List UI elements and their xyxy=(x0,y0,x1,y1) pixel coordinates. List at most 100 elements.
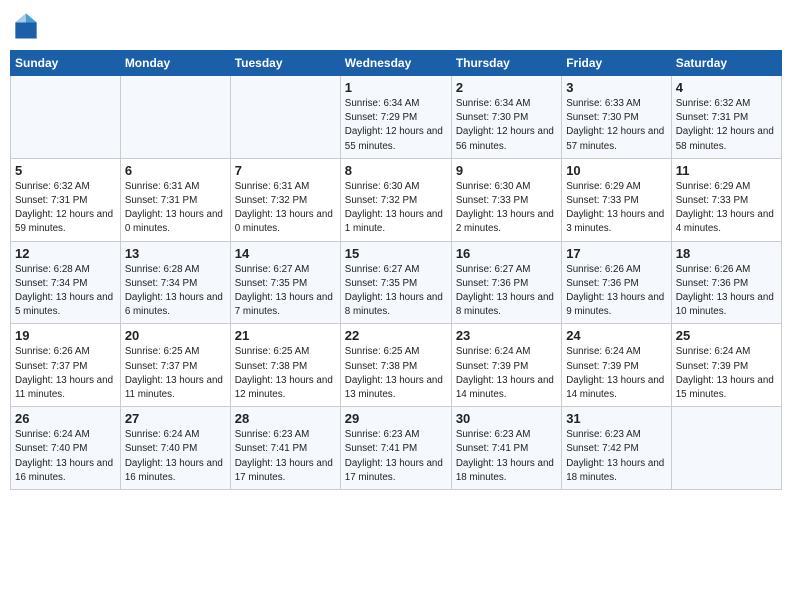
day-info: Sunrise: 6:27 AM Sunset: 7:36 PM Dayligh… xyxy=(456,263,557,320)
week-row-4: 19 Sunrise: 6:26 AM Sunset: 7:37 PM Dayli… xyxy=(11,324,782,407)
weekday-header-thursday: Thursday xyxy=(451,51,561,76)
day-cell: 19 Sunrise: 6:26 AM Sunset: 7:37 PM Dayli… xyxy=(11,324,121,407)
day-number: 14 xyxy=(235,246,336,261)
day-cell: 18 Sunrise: 6:26 AM Sunset: 7:36 PM Dayli… xyxy=(671,241,781,324)
day-number: 29 xyxy=(345,411,447,426)
day-info: Sunrise: 6:26 AM Sunset: 7:36 PM Dayligh… xyxy=(676,263,777,320)
day-number: 6 xyxy=(125,163,226,178)
day-number: 8 xyxy=(345,163,447,178)
day-info: Sunrise: 6:30 AM Sunset: 7:32 PM Dayligh… xyxy=(345,180,447,237)
header xyxy=(10,10,782,42)
day-info: Sunrise: 6:24 AM Sunset: 7:39 PM Dayligh… xyxy=(676,345,777,402)
day-number: 22 xyxy=(345,328,447,343)
day-cell: 26Sunrise: 6:24 AM Sunset: 7:40 PM Dayli… xyxy=(11,407,121,490)
day-info: Sunrise: 6:32 AM Sunset: 7:31 PM Dayligh… xyxy=(676,97,777,154)
day-info: Sunrise: 6:24 AM Sunset: 7:40 PM Dayligh… xyxy=(15,428,116,485)
day-cell: 9 Sunrise: 6:30 AM Sunset: 7:33 PM Daylig… xyxy=(451,158,561,241)
weekday-header-saturday: Saturday xyxy=(671,51,781,76)
day-number: 16 xyxy=(456,246,557,261)
day-cell: 30 Sunrise: 6:23 AM Sunset: 7:41 PM Dayli… xyxy=(451,407,561,490)
weekday-header-friday: Friday xyxy=(562,51,672,76)
day-info: Sunrise: 6:33 AM Sunset: 7:30 PM Dayligh… xyxy=(566,97,667,154)
week-row-5: 26Sunrise: 6:24 AM Sunset: 7:40 PM Dayli… xyxy=(11,407,782,490)
day-info: Sunrise: 6:23 AM Sunset: 7:41 PM Dayligh… xyxy=(456,428,557,485)
day-number: 1 xyxy=(345,80,447,95)
day-info: Sunrise: 6:32 AM Sunset: 7:31 PM Dayligh… xyxy=(15,180,116,237)
day-cell: 10Sunrise: 6:29 AM Sunset: 7:33 PM Dayli… xyxy=(562,158,672,241)
day-cell: 24 Sunrise: 6:24 AM Sunset: 7:39 PM Dayli… xyxy=(562,324,672,407)
day-number: 13 xyxy=(125,246,226,261)
day-cell: 23 Sunrise: 6:24 AM Sunset: 7:39 PM Dayli… xyxy=(451,324,561,407)
day-number: 30 xyxy=(456,411,557,426)
day-number: 2 xyxy=(456,80,557,95)
day-cell: 3Sunrise: 6:33 AM Sunset: 7:30 PM Daylig… xyxy=(562,76,672,159)
day-info: Sunrise: 6:28 AM Sunset: 7:34 PM Dayligh… xyxy=(125,263,226,320)
day-info: Sunrise: 6:24 AM Sunset: 7:39 PM Dayligh… xyxy=(566,345,667,402)
day-number: 15 xyxy=(345,246,447,261)
day-cell: 14Sunrise: 6:27 AM Sunset: 7:35 PM Dayli… xyxy=(230,241,340,324)
day-info: Sunrise: 6:34 AM Sunset: 7:30 PM Dayligh… xyxy=(456,97,557,154)
logo xyxy=(10,10,46,42)
day-info: Sunrise: 6:30 AM Sunset: 7:33 PM Dayligh… xyxy=(456,180,557,237)
day-info: Sunrise: 6:23 AM Sunset: 7:42 PM Dayligh… xyxy=(566,428,667,485)
week-row-3: 12Sunrise: 6:28 AM Sunset: 7:34 PM Dayli… xyxy=(11,241,782,324)
day-info: Sunrise: 6:29 AM Sunset: 7:33 PM Dayligh… xyxy=(676,180,777,237)
day-info: Sunrise: 6:31 AM Sunset: 7:31 PM Dayligh… xyxy=(125,180,226,237)
day-cell: 20 Sunrise: 6:25 AM Sunset: 7:37 PM Dayli… xyxy=(120,324,230,407)
weekday-header-row: SundayMondayTuesdayWednesdayThursdayFrid… xyxy=(11,51,782,76)
day-info: Sunrise: 6:25 AM Sunset: 7:38 PM Dayligh… xyxy=(345,345,447,402)
day-info: Sunrise: 6:26 AM Sunset: 7:37 PM Dayligh… xyxy=(15,345,116,402)
day-cell: 12Sunrise: 6:28 AM Sunset: 7:34 PM Dayli… xyxy=(11,241,121,324)
day-cell: 21 Sunrise: 6:25 AM Sunset: 7:38 PM Dayli… xyxy=(230,324,340,407)
day-info: Sunrise: 6:28 AM Sunset: 7:34 PM Dayligh… xyxy=(15,263,116,320)
day-number: 19 xyxy=(15,328,116,343)
day-cell: 8 Sunrise: 6:30 AM Sunset: 7:32 PM Daylig… xyxy=(340,158,451,241)
week-row-1: 1 Sunrise: 6:34 AM Sunset: 7:29 PM Daylig… xyxy=(11,76,782,159)
day-info: Sunrise: 6:26 AM Sunset: 7:36 PM Dayligh… xyxy=(566,263,667,320)
day-info: Sunrise: 6:25 AM Sunset: 7:37 PM Dayligh… xyxy=(125,345,226,402)
day-info: Sunrise: 6:27 AM Sunset: 7:35 PM Dayligh… xyxy=(345,263,447,320)
day-cell: 7 Sunrise: 6:31 AM Sunset: 7:32 PM Daylig… xyxy=(230,158,340,241)
logo-icon xyxy=(10,10,42,42)
day-info: Sunrise: 6:31 AM Sunset: 7:32 PM Dayligh… xyxy=(235,180,336,237)
day-cell: 28 Sunrise: 6:23 AM Sunset: 7:41 PM Dayli… xyxy=(230,407,340,490)
day-number: 5 xyxy=(15,163,116,178)
day-number: 28 xyxy=(235,411,336,426)
day-info: Sunrise: 6:25 AM Sunset: 7:38 PM Dayligh… xyxy=(235,345,336,402)
day-cell: 5 Sunrise: 6:32 AM Sunset: 7:31 PM Daylig… xyxy=(11,158,121,241)
day-info: Sunrise: 6:29 AM Sunset: 7:33 PM Dayligh… xyxy=(566,180,667,237)
day-info: Sunrise: 6:23 AM Sunset: 7:41 PM Dayligh… xyxy=(235,428,336,485)
day-number: 31 xyxy=(566,411,667,426)
weekday-header-monday: Monday xyxy=(120,51,230,76)
day-number: 27 xyxy=(125,411,226,426)
weekday-header-sunday: Sunday xyxy=(11,51,121,76)
day-info: Sunrise: 6:23 AM Sunset: 7:41 PM Dayligh… xyxy=(345,428,447,485)
day-number: 9 xyxy=(456,163,557,178)
calendar-table: SundayMondayTuesdayWednesdayThursdayFrid… xyxy=(10,50,782,490)
day-number: 18 xyxy=(676,246,777,261)
weekday-header-tuesday: Tuesday xyxy=(230,51,340,76)
day-info: Sunrise: 6:24 AM Sunset: 7:40 PM Dayligh… xyxy=(125,428,226,485)
day-number: 23 xyxy=(456,328,557,343)
week-row-2: 5 Sunrise: 6:32 AM Sunset: 7:31 PM Daylig… xyxy=(11,158,782,241)
day-info: Sunrise: 6:34 AM Sunset: 7:29 PM Dayligh… xyxy=(345,97,447,154)
day-number: 24 xyxy=(566,328,667,343)
day-number: 21 xyxy=(235,328,336,343)
day-number: 7 xyxy=(235,163,336,178)
page: SundayMondayTuesdayWednesdayThursdayFrid… xyxy=(0,0,792,500)
day-cell: 17Sunrise: 6:26 AM Sunset: 7:36 PM Dayli… xyxy=(562,241,672,324)
day-cell: 6 Sunrise: 6:31 AM Sunset: 7:31 PM Daylig… xyxy=(120,158,230,241)
day-cell xyxy=(120,76,230,159)
day-cell xyxy=(11,76,121,159)
day-number: 20 xyxy=(125,328,226,343)
day-number: 25 xyxy=(676,328,777,343)
day-cell: 16 Sunrise: 6:27 AM Sunset: 7:36 PM Dayli… xyxy=(451,241,561,324)
day-cell: 22 Sunrise: 6:25 AM Sunset: 7:38 PM Dayli… xyxy=(340,324,451,407)
day-cell: 4 Sunrise: 6:32 AM Sunset: 7:31 PM Daylig… xyxy=(671,76,781,159)
day-cell: 2 Sunrise: 6:34 AM Sunset: 7:30 PM Daylig… xyxy=(451,76,561,159)
day-number: 4 xyxy=(676,80,777,95)
day-info: Sunrise: 6:24 AM Sunset: 7:39 PM Dayligh… xyxy=(456,345,557,402)
day-cell xyxy=(230,76,340,159)
day-cell xyxy=(671,407,781,490)
day-cell: 1 Sunrise: 6:34 AM Sunset: 7:29 PM Daylig… xyxy=(340,76,451,159)
